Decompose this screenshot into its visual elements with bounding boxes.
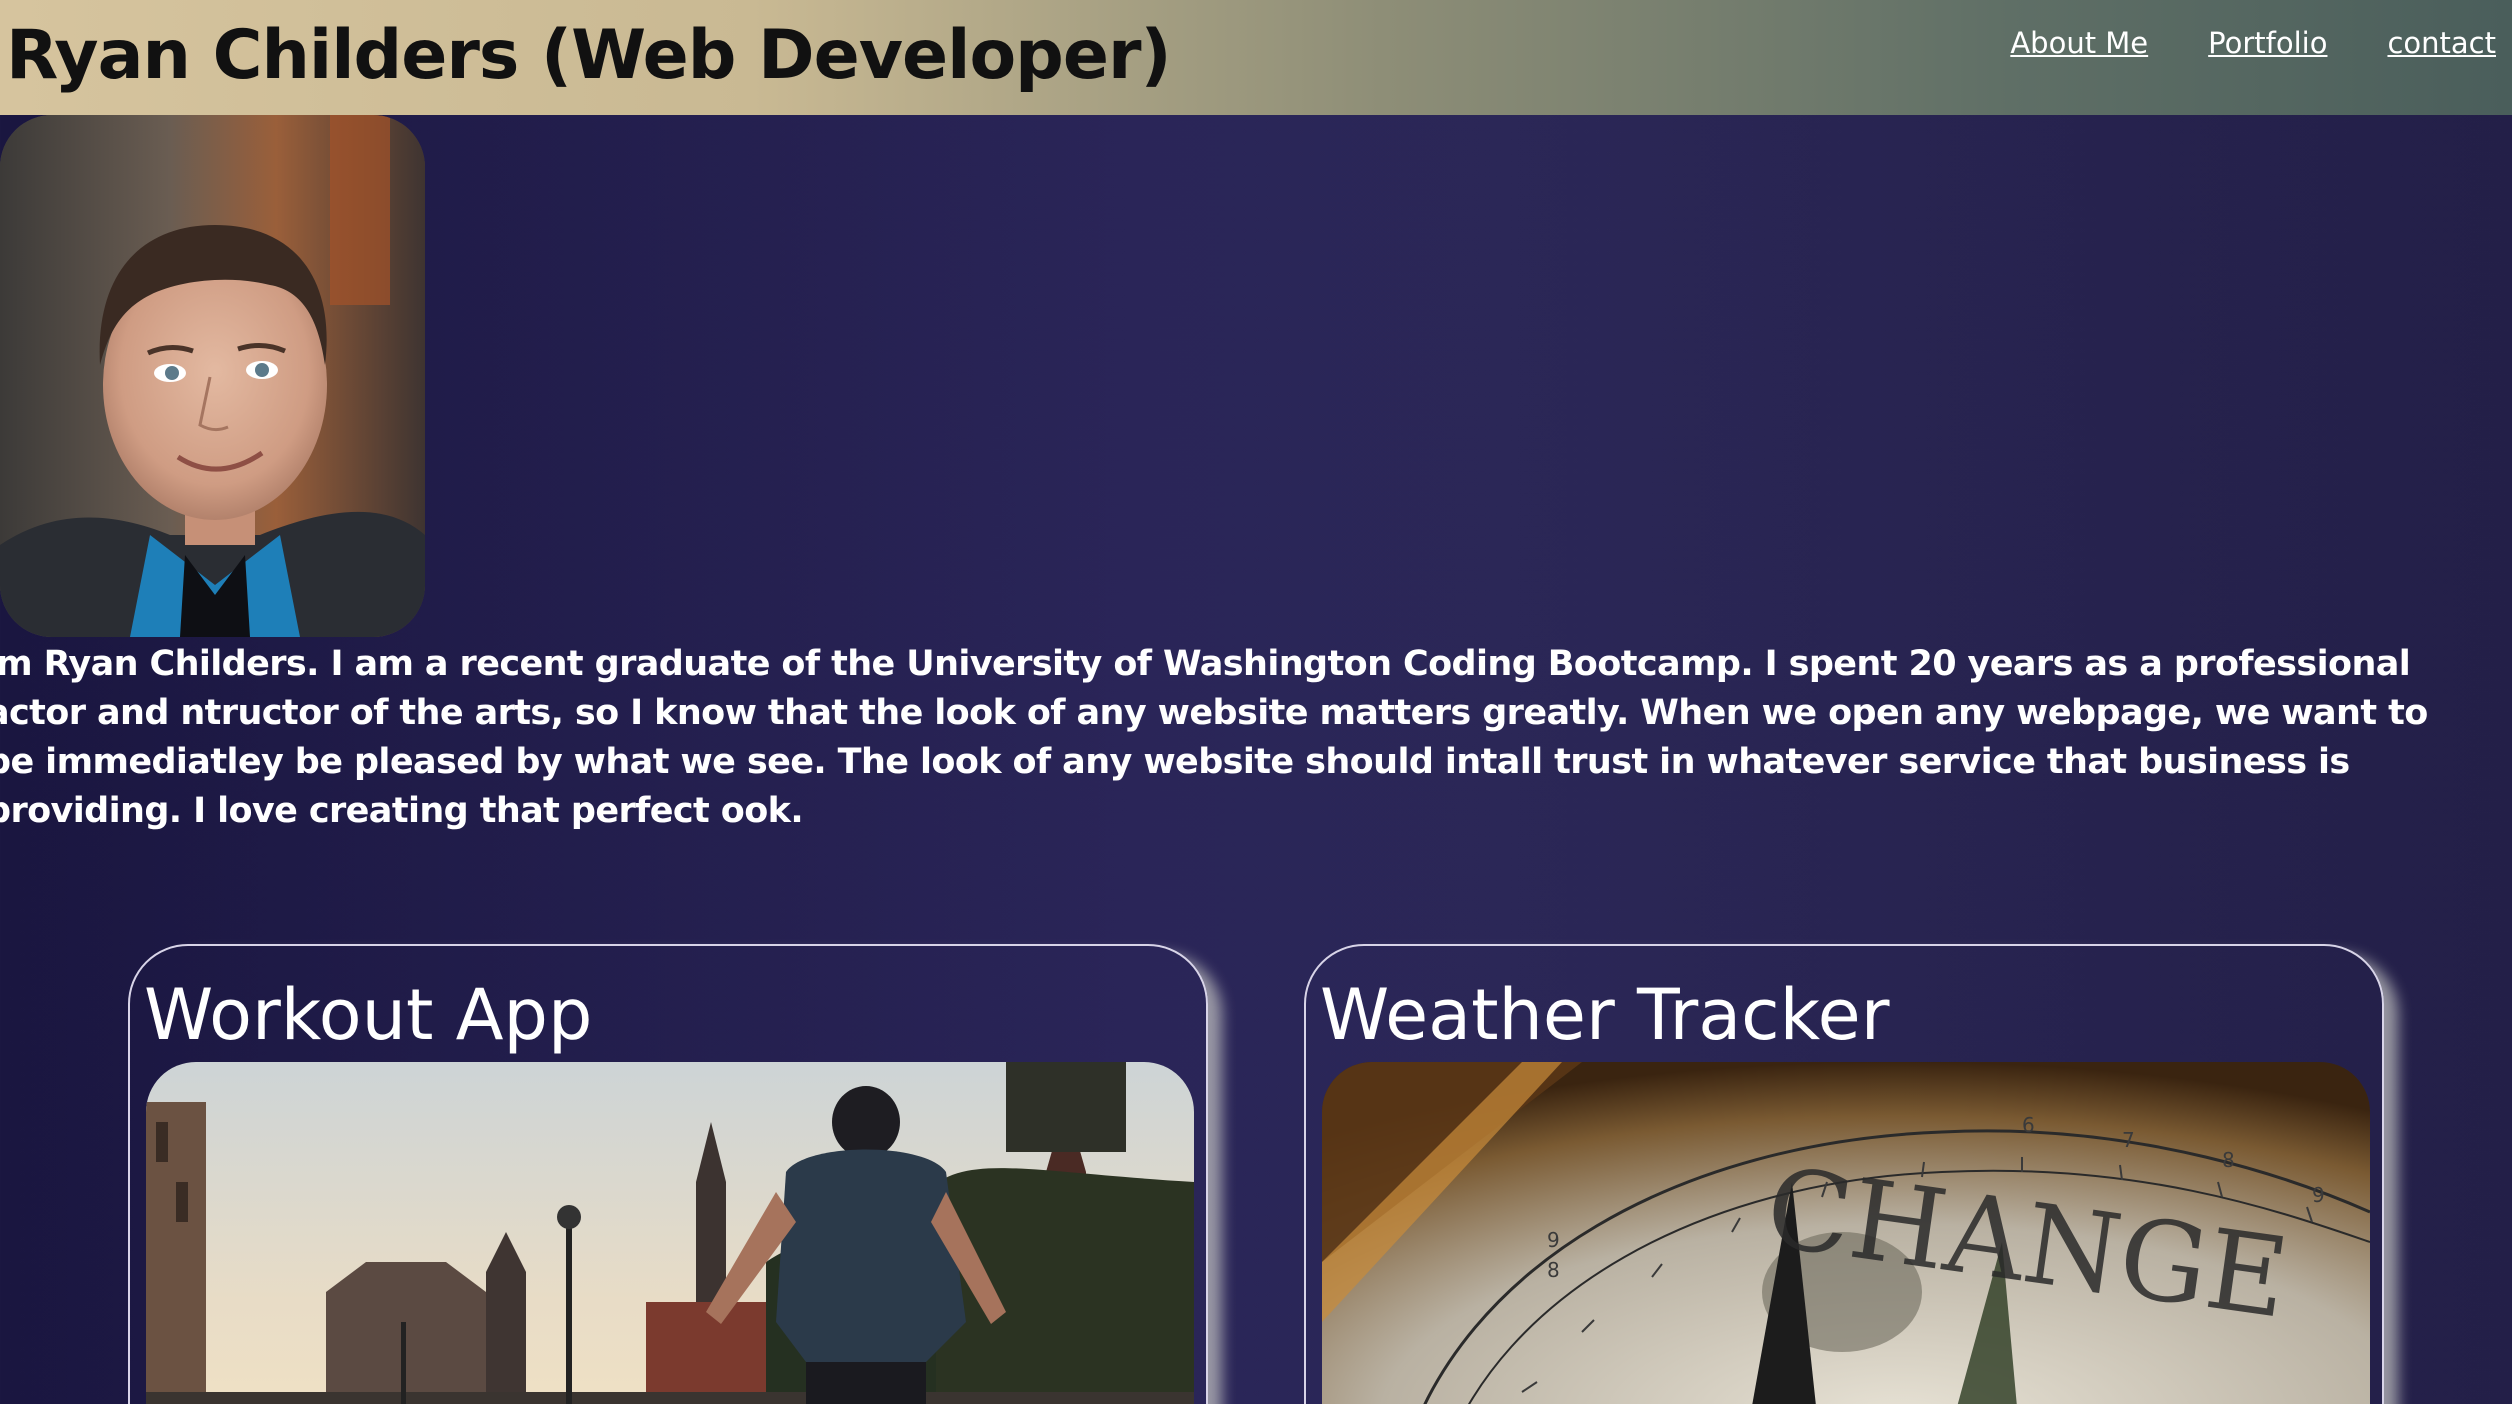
card-title-workout-app: Workout App [144, 974, 593, 1056]
profile-photo-graphic [0, 115, 425, 637]
card-title-weather-tracker: Weather Tracker [1320, 974, 1890, 1056]
nav-link-contact[interactable]: contact [2387, 26, 2496, 60]
svg-text:9: 9 [1547, 1228, 1560, 1252]
svg-text:8: 8 [1547, 1258, 1560, 1282]
weather-tracker-image[interactable]: 8 9 6 7 8 9 CHANGE [1322, 1062, 2370, 1404]
nav-link-about-me[interactable]: About Me [2010, 26, 2148, 60]
site-header: Ryan Childers (Web Developer) About Me P… [0, 0, 2512, 115]
svg-text:6: 6 [2022, 1113, 2035, 1137]
about-bio-text: 'm Ryan Childers. I am a recent graduate… [0, 644, 2428, 831]
portfolio-card-weather-tracker[interactable]: Weather Tracker 8 9 6 7 8 9 CHANGE [1304, 944, 2384, 1404]
workout-app-image[interactable] [146, 1062, 1194, 1404]
workout-app-image-graphic [146, 1062, 1194, 1404]
svg-text:7: 7 [2122, 1128, 2135, 1152]
portfolio-card-workout-app[interactable]: Workout App [128, 944, 1208, 1404]
main-nav: About Me Portfolio contact [2010, 26, 2496, 60]
profile-photo [0, 115, 425, 637]
svg-text:9: 9 [2312, 1183, 2325, 1207]
weather-tracker-image-graphic: 8 9 6 7 8 9 CHANGE [1322, 1062, 2370, 1404]
svg-text:8: 8 [2222, 1148, 2235, 1172]
site-title: Ryan Childers (Web Developer) [6, 16, 1172, 95]
nav-link-portfolio[interactable]: Portfolio [2208, 26, 2327, 60]
